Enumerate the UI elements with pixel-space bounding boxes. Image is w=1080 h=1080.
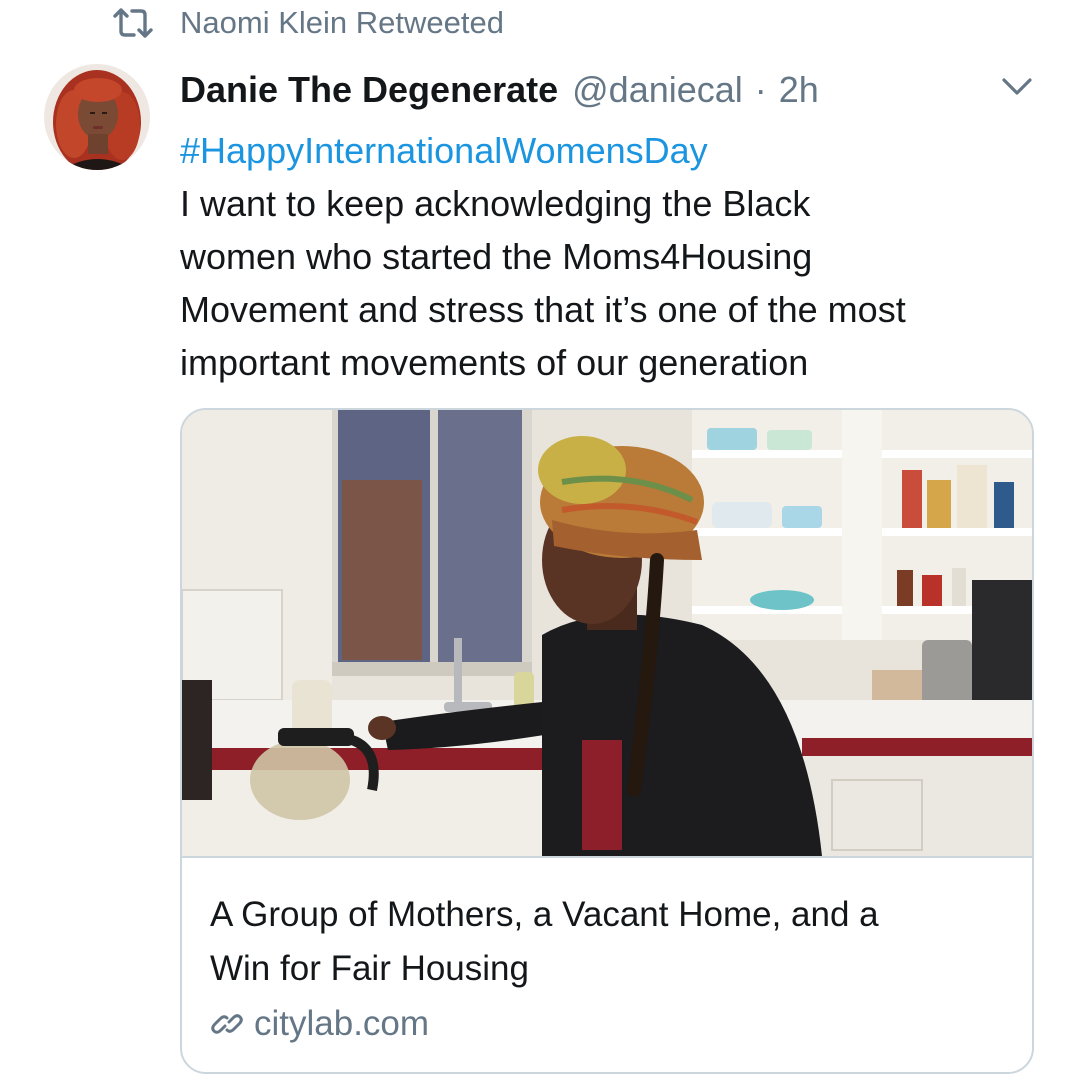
retweet-icon	[113, 8, 153, 38]
tweet-text-line: women who started the Moms4Housing	[180, 236, 813, 277]
card-title-line: A Group of Mothers, a Vacant Home, and a	[210, 895, 879, 934]
retweet-context-label: Naomi Klein Retweeted	[180, 5, 504, 40]
link-icon	[211, 1014, 243, 1034]
tweet-timestamp[interactable]: 2h	[779, 69, 819, 111]
card-title-line: Win for Fair Housing	[210, 949, 529, 988]
card-image	[182, 410, 1032, 858]
card-domain-label: citylab.com	[254, 1004, 430, 1043]
tweet-text: #HappyInternationalWomensDay I want to k…	[180, 124, 1050, 389]
link-preview-card[interactable]: A Group of Mothers, a Vacant Home, and a…	[180, 408, 1034, 1074]
avatar[interactable]	[44, 64, 150, 170]
card-title[interactable]: A Group of Mothers, a Vacant Home, and a…	[210, 888, 1010, 996]
tweet-text-line: important movements of our generation	[180, 342, 809, 383]
tweet-text-line: I want to keep acknowledging the Black	[180, 183, 811, 224]
tweet-text-line: Movement and stress that it’s one of the…	[180, 289, 906, 330]
author-display-name[interactable]: Danie The Degenerate	[180, 69, 558, 111]
chevron-down-icon[interactable]	[1000, 74, 1034, 100]
tweet-header: Danie The Degenerate @daniecal · 2h	[180, 64, 819, 116]
card-domain[interactable]: citylab.com	[210, 1002, 429, 1046]
header-separator: ·	[754, 69, 767, 110]
author-handle[interactable]: @daniecal	[572, 69, 743, 111]
hashtag-link[interactable]: #HappyInternationalWomensDay	[180, 124, 1050, 177]
tweet[interactable]: Naomi Klein Retweeted Danie The Degenera…	[0, 0, 1080, 1080]
retweet-context[interactable]: Naomi Klein Retweeted	[112, 2, 504, 44]
